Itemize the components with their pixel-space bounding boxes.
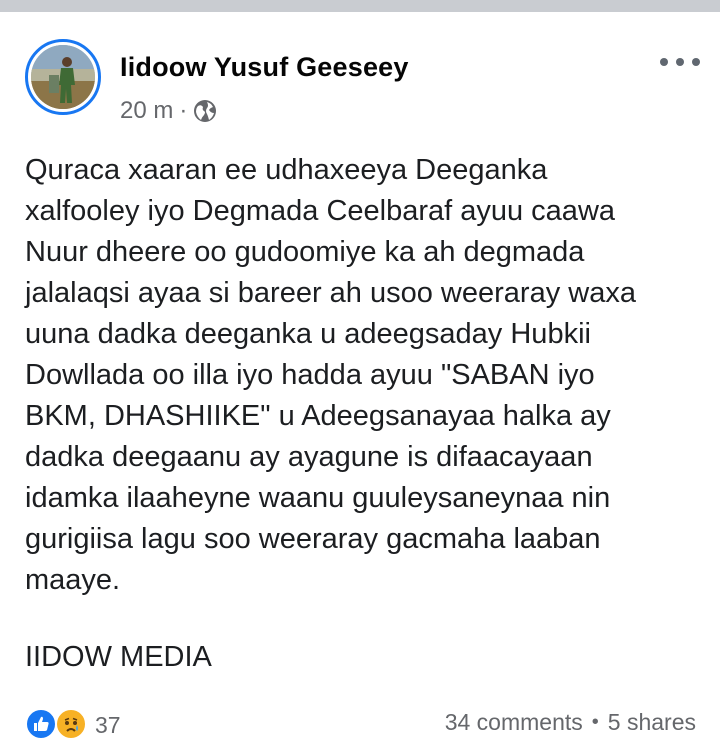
comments-count-link[interactable]: 34 comments	[445, 709, 583, 736]
reaction-count: 37	[95, 711, 121, 738]
more-options-button[interactable]	[660, 52, 700, 72]
sad-icon	[55, 708, 87, 740]
dot-icon	[676, 58, 684, 66]
post-meta: 20 m ·	[120, 97, 217, 125]
reactions-summary[interactable]: 37	[25, 708, 121, 742]
like-icon	[25, 708, 57, 740]
shares-count-link[interactable]: 5 shares	[608, 709, 696, 736]
post-signature: IIDOW MEDIA	[25, 641, 212, 673]
post-footer: 37 34 comments • 5 shares	[0, 700, 720, 744]
globe-icon	[193, 99, 217, 123]
counts-separator: •	[591, 711, 599, 733]
dot-icon	[660, 58, 668, 66]
engagement-counts: 34 comments • 5 shares	[445, 709, 696, 736]
post-body-text: Quraca xaaran ee udhaxeeya Deeganka xalf…	[25, 154, 636, 596]
avatar[interactable]	[25, 39, 101, 115]
person-figure-icon	[31, 45, 95, 109]
top-divider-bar	[0, 0, 720, 12]
dot-icon	[692, 58, 700, 66]
post-time[interactable]: 20 m	[120, 97, 173, 125]
author-name[interactable]: Iidoow Yusuf Geeseey	[120, 52, 409, 83]
reaction-icons	[25, 708, 89, 742]
avatar-photo	[31, 45, 95, 109]
post-header: Iidoow Yusuf Geeseey 20 m ·	[0, 12, 720, 125]
meta-separator: ·	[179, 97, 188, 124]
